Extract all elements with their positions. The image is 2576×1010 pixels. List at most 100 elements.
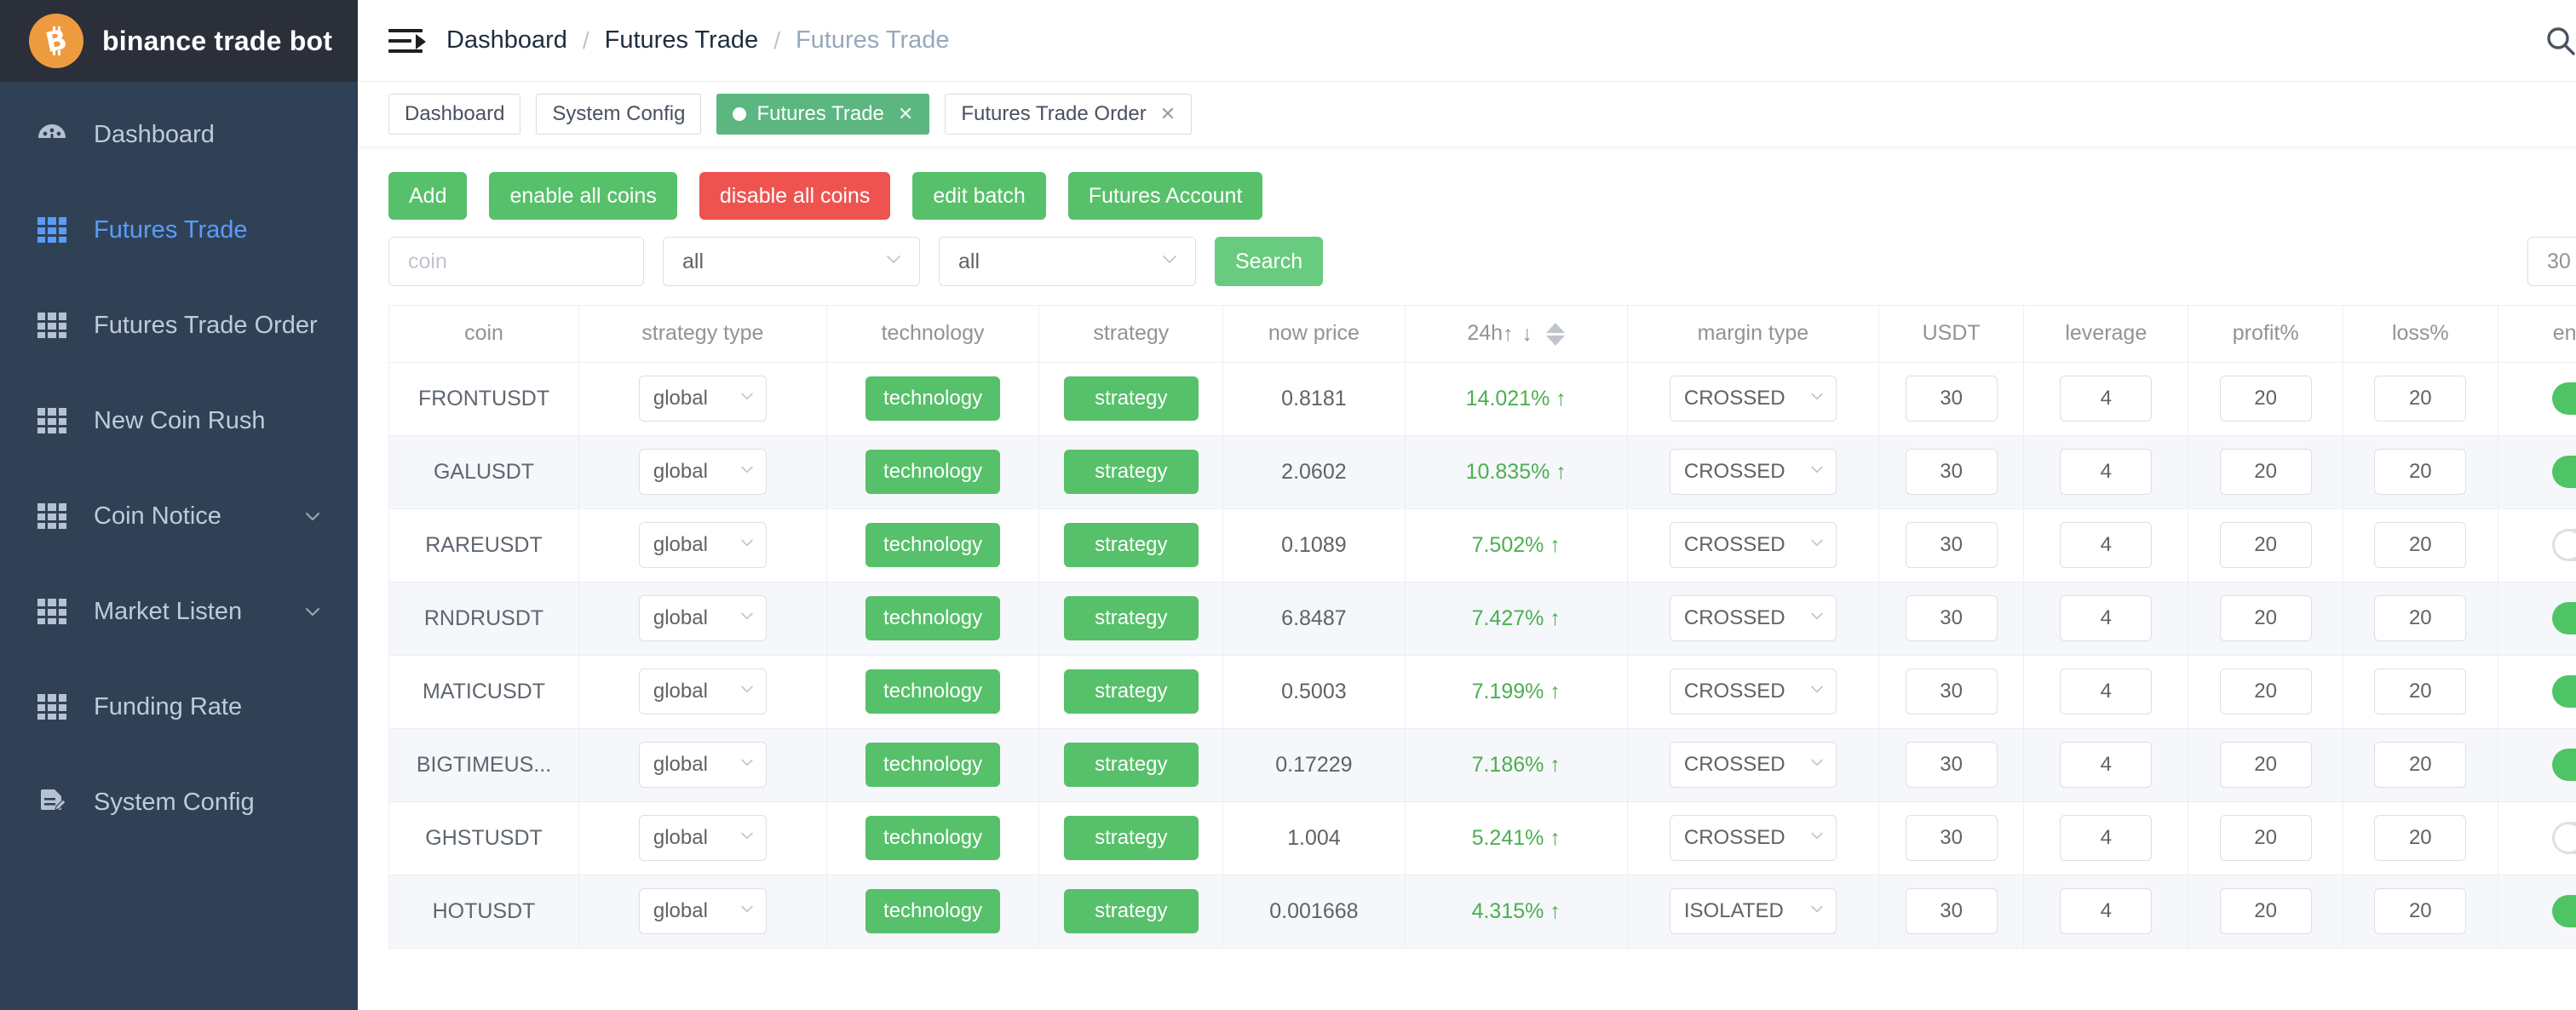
profit-input[interactable]: [2220, 742, 2312, 788]
enable-toggle[interactable]: [2552, 822, 2576, 854]
filter-select-1[interactable]: all: [663, 237, 920, 286]
margin-type-select[interactable]: CROSSED: [1670, 595, 1837, 641]
refresh-interval-select[interactable]: 30: [2527, 237, 2576, 286]
strategy-type-select[interactable]: global: [639, 595, 767, 641]
sort-asc-icon[interactable]: ↑: [1503, 322, 1514, 347]
leverage-input[interactable]: [2060, 815, 2152, 861]
strategy-tag[interactable]: strategy: [1064, 376, 1199, 421]
sidebar-item-coin-notice[interactable]: Coin Notice: [0, 468, 358, 564]
leverage-input[interactable]: [2060, 376, 2152, 422]
strategy-type-select[interactable]: global: [639, 669, 767, 714]
technology-tag[interactable]: technology: [865, 523, 1000, 567]
disable-all-coins-button[interactable]: disable all coins: [699, 172, 891, 220]
leverage-input[interactable]: [2060, 522, 2152, 568]
loss-input[interactable]: [2374, 522, 2466, 568]
sort-desc-icon[interactable]: ↓: [1522, 322, 1533, 347]
usdt-input[interactable]: [1906, 669, 1998, 714]
usdt-input[interactable]: [1906, 376, 1998, 422]
add-button[interactable]: Add: [388, 172, 467, 220]
sort-toggle-icon[interactable]: [1546, 323, 1565, 346]
loss-input[interactable]: [2374, 669, 2466, 714]
strategy-type-select[interactable]: global: [639, 742, 767, 788]
sort-controls[interactable]: ↑↓: [1503, 322, 1565, 347]
strategy-type-select[interactable]: global: [639, 376, 767, 422]
strategy-tag[interactable]: strategy: [1064, 889, 1199, 933]
brand[interactable]: B binance trade bot: [0, 0, 358, 82]
strategy-tag[interactable]: strategy: [1064, 523, 1199, 567]
enable-toggle[interactable]: [2552, 456, 2576, 488]
loss-input[interactable]: [2374, 815, 2466, 861]
breadcrumb-item[interactable]: Dashboard: [445, 26, 569, 55]
strategy-tag[interactable]: strategy: [1064, 669, 1199, 714]
close-icon[interactable]: ✕: [1160, 103, 1176, 125]
sidebar-item-system-config[interactable]: System Config: [0, 755, 358, 850]
col-24h[interactable]: 24h↑↓: [1405, 306, 1627, 362]
strategy-tag[interactable]: strategy: [1064, 596, 1199, 640]
leverage-input[interactable]: [2060, 449, 2152, 495]
profit-input[interactable]: [2220, 522, 2312, 568]
margin-type-select[interactable]: CROSSED: [1670, 522, 1837, 568]
technology-tag[interactable]: technology: [865, 596, 1000, 640]
usdt-input[interactable]: [1906, 888, 1998, 934]
enable-toggle[interactable]: [2552, 382, 2576, 415]
enable-toggle[interactable]: [2552, 529, 2576, 561]
technology-tag[interactable]: technology: [865, 376, 1000, 421]
leverage-input[interactable]: [2060, 742, 2152, 788]
strategy-type-select[interactable]: global: [639, 449, 767, 495]
futures-account-button[interactable]: Futures Account: [1068, 172, 1263, 220]
margin-type-select[interactable]: CROSSED: [1670, 815, 1837, 861]
usdt-input[interactable]: [1906, 522, 1998, 568]
loss-input[interactable]: [2374, 449, 2466, 495]
strategy-tag[interactable]: strategy: [1064, 743, 1199, 787]
filter-select-2[interactable]: all: [939, 237, 1196, 286]
leverage-input[interactable]: [2060, 595, 2152, 641]
loss-input[interactable]: [2374, 742, 2466, 788]
profit-input[interactable]: [2220, 669, 2312, 714]
sidebar-item-market-listen[interactable]: Market Listen: [0, 564, 358, 659]
search-button[interactable]: Search: [1215, 237, 1323, 286]
loss-input[interactable]: [2374, 376, 2466, 422]
profit-input[interactable]: [2220, 815, 2312, 861]
margin-type-select[interactable]: CROSSED: [1670, 449, 1837, 495]
strategy-type-select[interactable]: global: [639, 522, 767, 568]
sidebar-item-futures-trade-order[interactable]: Futures Trade Order: [0, 278, 358, 373]
margin-type-select[interactable]: CROSSED: [1670, 742, 1837, 788]
leverage-input[interactable]: [2060, 669, 2152, 714]
technology-tag[interactable]: technology: [865, 743, 1000, 787]
enable-toggle[interactable]: [2552, 749, 2576, 781]
tab-futures-trade-order[interactable]: Futures Trade Order ✕: [945, 94, 1192, 135]
loss-input[interactable]: [2374, 888, 2466, 934]
usdt-input[interactable]: [1906, 815, 1998, 861]
edit-batch-button[interactable]: edit batch: [912, 172, 1045, 220]
profit-input[interactable]: [2220, 888, 2312, 934]
sidebar-item-funding-rate[interactable]: Funding Rate: [0, 659, 358, 755]
sidebar-item-new-coin-rush[interactable]: New Coin Rush: [0, 373, 358, 468]
tab-system-config[interactable]: System Config: [536, 94, 701, 135]
usdt-input[interactable]: [1906, 595, 1998, 641]
sidebar-item-futures-trade[interactable]: Futures Trade: [0, 182, 358, 278]
close-icon[interactable]: ✕: [898, 103, 913, 125]
technology-tag[interactable]: technology: [865, 669, 1000, 714]
profit-input[interactable]: [2220, 595, 2312, 641]
hamburger-collapse-icon[interactable]: [388, 24, 426, 58]
strategy-tag[interactable]: strategy: [1064, 450, 1199, 494]
margin-type-select[interactable]: CROSSED: [1670, 669, 1837, 714]
tab-futures-trade[interactable]: Futures Trade ✕: [716, 94, 929, 135]
sidebar-item-dashboard[interactable]: Dashboard: [0, 87, 358, 182]
strategy-type-select[interactable]: global: [639, 815, 767, 861]
margin-type-select[interactable]: ISOLATED: [1670, 888, 1837, 934]
tab-dashboard[interactable]: Dashboard: [388, 94, 520, 135]
profit-input[interactable]: [2220, 449, 2312, 495]
profit-input[interactable]: [2220, 376, 2312, 422]
technology-tag[interactable]: technology: [865, 889, 1000, 933]
usdt-input[interactable]: [1906, 742, 1998, 788]
leverage-input[interactable]: [2060, 888, 2152, 934]
enable-toggle[interactable]: [2552, 895, 2576, 927]
technology-tag[interactable]: technology: [865, 816, 1000, 860]
margin-type-select[interactable]: CROSSED: [1670, 376, 1837, 422]
usdt-input[interactable]: [1906, 449, 1998, 495]
coin-search-input[interactable]: [388, 237, 644, 286]
enable-all-coins-button[interactable]: enable all coins: [489, 172, 676, 220]
enable-toggle[interactable]: [2552, 675, 2576, 708]
strategy-type-select[interactable]: global: [639, 888, 767, 934]
